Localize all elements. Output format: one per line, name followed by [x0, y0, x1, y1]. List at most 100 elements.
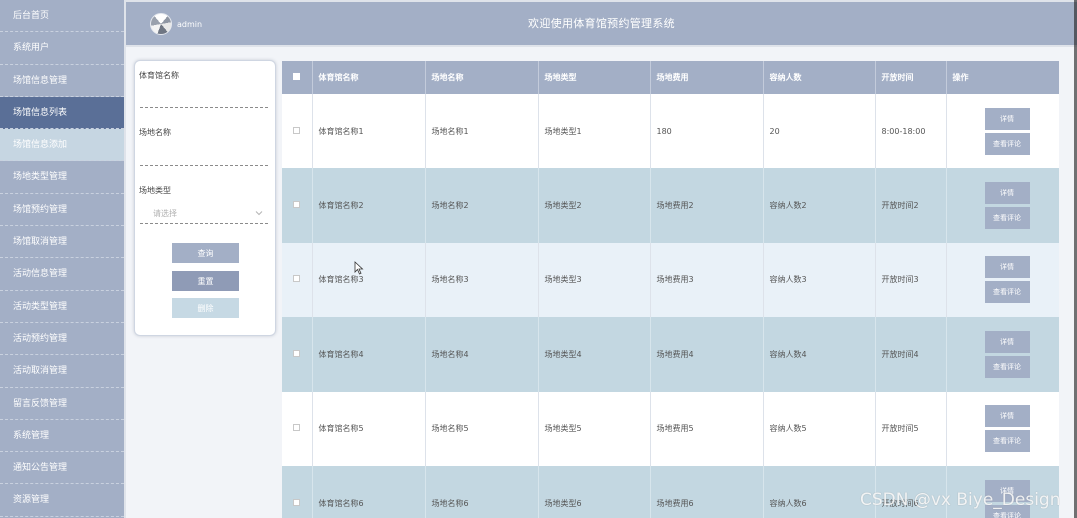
sidebar-item-activity-info-management[interactable]: 活动信息管理: [0, 258, 124, 291]
cell-actions: 详情 查看评论: [946, 94, 1059, 169]
table-row: 体育馆名称4 场地名称4 场地类型4 场地费用4 容纳人数4 开放时间4 详情 …: [282, 317, 1059, 392]
cell-hours: 8:00-18:00: [875, 94, 947, 169]
view-reviews-button[interactable]: 查看评论: [984, 281, 1030, 304]
venue-name-input[interactable]: [140, 152, 268, 166]
delete-button[interactable]: 删除: [172, 298, 239, 318]
cell-fee: 场地费用2: [650, 168, 764, 243]
sidebar-item-activity-type-management[interactable]: 活动类型管理: [0, 291, 124, 323]
detail-button[interactable]: 详情: [984, 107, 1030, 130]
cell-gym: 体育馆名称3: [312, 242, 426, 318]
view-reviews-button[interactable]: 查看评论: [984, 430, 1030, 453]
detail-button[interactable]: 详情: [984, 256, 1030, 279]
column-header-venue: 场地名称: [425, 61, 539, 94]
watermark-text: CSDN @vx Biye_Design: [860, 490, 1061, 510]
column-header-hours: 开放时间: [875, 61, 947, 94]
row-select-cell: [282, 391, 313, 466]
select-all-cell: [282, 61, 313, 94]
chevron-down-icon: [255, 211, 263, 216]
cell-actions: 详情 查看评论: [946, 168, 1059, 243]
cell-venue: 场地名称1: [425, 94, 539, 169]
cell-venue: 场地名称3: [425, 242, 539, 318]
sidebar-item-system-users[interactable]: 系统用户: [0, 32, 124, 65]
cell-gym: 体育馆名称5: [312, 391, 426, 466]
cell-fee: 场地费用3: [650, 242, 764, 318]
row-select-cell: [282, 168, 313, 243]
sidebar-item-activity-booking-management[interactable]: 活动预约管理: [0, 323, 124, 356]
sidebar-item-home[interactable]: 后台首页: [0, 0, 124, 33]
row-checkbox[interactable]: [293, 126, 301, 134]
view-reviews-button[interactable]: 查看评论: [984, 355, 1030, 378]
sidebar-item-feedback-management[interactable]: 留言反馈管理: [0, 388, 124, 420]
cell-fee: 场地费用5: [650, 391, 764, 466]
row-select-cell: [282, 465, 313, 518]
cell-capacity: 20: [763, 94, 876, 169]
row-checkbox[interactable]: [293, 349, 301, 357]
sidebar-item-gym-info-list[interactable]: 场馆信息列表: [0, 96, 124, 130]
row-checkbox[interactable]: [293, 424, 301, 432]
row-select-cell: [282, 242, 313, 318]
cell-gym: 体育馆名称6: [312, 465, 426, 518]
sidebar-item-system-management[interactable]: 系统管理: [0, 420, 124, 453]
detail-button[interactable]: 详情: [984, 405, 1030, 428]
cell-type: 场地类型6: [538, 465, 651, 518]
view-reviews-button[interactable]: 查看评论: [984, 132, 1030, 155]
cell-capacity: 容纳人数4: [763, 317, 876, 392]
cell-venue: 场地名称4: [425, 317, 539, 392]
view-reviews-button[interactable]: 查看评论: [984, 207, 1030, 230]
cell-actions: 详情 查看评论: [946, 391, 1059, 466]
reset-button[interactable]: 重置: [172, 271, 239, 291]
cell-venue: 场地名称6: [425, 465, 539, 518]
row-checkbox[interactable]: [293, 498, 301, 506]
cell-capacity: 容纳人数5: [763, 391, 876, 466]
sidebar-item-notice-management[interactable]: 通知公告管理: [0, 452, 124, 485]
query-button[interactable]: 查询: [172, 243, 239, 263]
column-header-gym: 体育馆名称: [312, 61, 426, 94]
cell-hours: 开放时间3: [875, 242, 947, 318]
main-content: 体育馆名称 场地名称 场地类型 请选择 查询 重置 删除 体育馆名称 场地名称 …: [126, 47, 1077, 518]
venue-type-placeholder: 请选择: [153, 209, 177, 218]
page-title: 欢迎使用体育馆预约管理系统: [528, 17, 675, 30]
table-header-row: 体育馆名称 场地名称 场地类型 场地费用 容纳人数 开放时间 操作: [282, 61, 1059, 94]
cell-gym: 体育馆名称1: [312, 94, 426, 169]
top-header: admin 欢迎使用体育馆预约管理系统: [126, 2, 1077, 45]
cell-type: 场地类型3: [538, 242, 651, 318]
cell-hours: 开放时间5: [875, 391, 947, 466]
gym-name-label: 体育馆名称: [139, 71, 179, 80]
row-select-cell: [282, 94, 313, 169]
sidebar-item-gym-info-add[interactable]: 场馆信息添加: [0, 129, 124, 162]
sidebar-item-activity-cancel-management[interactable]: 活动取消管理: [0, 355, 124, 388]
venue-name-label: 场地名称: [139, 128, 171, 137]
table-row: 体育馆名称2 场地名称2 场地类型2 场地费用2 容纳人数2 开放时间2 详情 …: [282, 168, 1059, 243]
cell-hours: 开放时间4: [875, 317, 947, 392]
table-row: 体育馆名称5 场地名称5 场地类型5 场地费用5 容纳人数5 开放时间5 详情 …: [282, 391, 1059, 466]
cell-fee: 场地费用6: [650, 465, 764, 518]
row-checkbox[interactable]: [293, 275, 301, 283]
cell-type: 场地类型5: [538, 391, 651, 466]
row-checkbox[interactable]: [293, 201, 301, 209]
cell-fee: 场地费用4: [650, 317, 764, 392]
gym-table: 体育馆名称 场地名称 场地类型 场地费用 容纳人数 开放时间 操作 体育馆名称1…: [282, 61, 1059, 518]
sidebar-item-gym-cancel-management[interactable]: 场馆取消管理: [0, 226, 124, 259]
sidebar-item-gym-info-management[interactable]: 场馆信息管理: [0, 65, 124, 97]
sidebar-item-resource-management[interactable]: 资源管理: [0, 484, 124, 517]
data-table-container: 体育馆名称 场地名称 场地类型 场地费用 容纳人数 开放时间 操作 体育馆名称1…: [282, 61, 1059, 518]
cell-actions: 详情 查看评论: [946, 317, 1059, 392]
column-header-capacity: 容纳人数: [763, 61, 876, 94]
select-all-checkbox[interactable]: [293, 73, 301, 80]
sidebar-item-gym-booking-management[interactable]: 场馆预约管理: [0, 194, 124, 227]
sidebar-item-venue-type-management[interactable]: 场地类型管理: [0, 161, 124, 194]
detail-button[interactable]: 详情: [984, 330, 1030, 353]
cell-gym: 体育馆名称2: [312, 168, 426, 243]
cell-venue: 场地名称2: [425, 168, 539, 243]
sidebar: 后台首页 系统用户 场馆信息管理 场馆信息列表 场馆信息添加 场地类型管理 场馆…: [0, 0, 124, 518]
cell-hours: 开放时间2: [875, 168, 947, 243]
search-panel: 体育馆名称 场地名称 场地类型 请选择 查询 重置 删除: [134, 60, 276, 336]
cell-capacity: 容纳人数6: [763, 465, 876, 518]
cell-actions: 详情 查看评论: [946, 242, 1059, 318]
row-select-cell: [282, 317, 313, 392]
detail-button[interactable]: 详情: [984, 182, 1030, 205]
gym-name-input[interactable]: [140, 94, 268, 108]
venue-type-select[interactable]: 请选择: [140, 203, 268, 224]
cell-capacity: 容纳人数3: [763, 242, 876, 318]
cell-fee: 180: [650, 94, 764, 169]
